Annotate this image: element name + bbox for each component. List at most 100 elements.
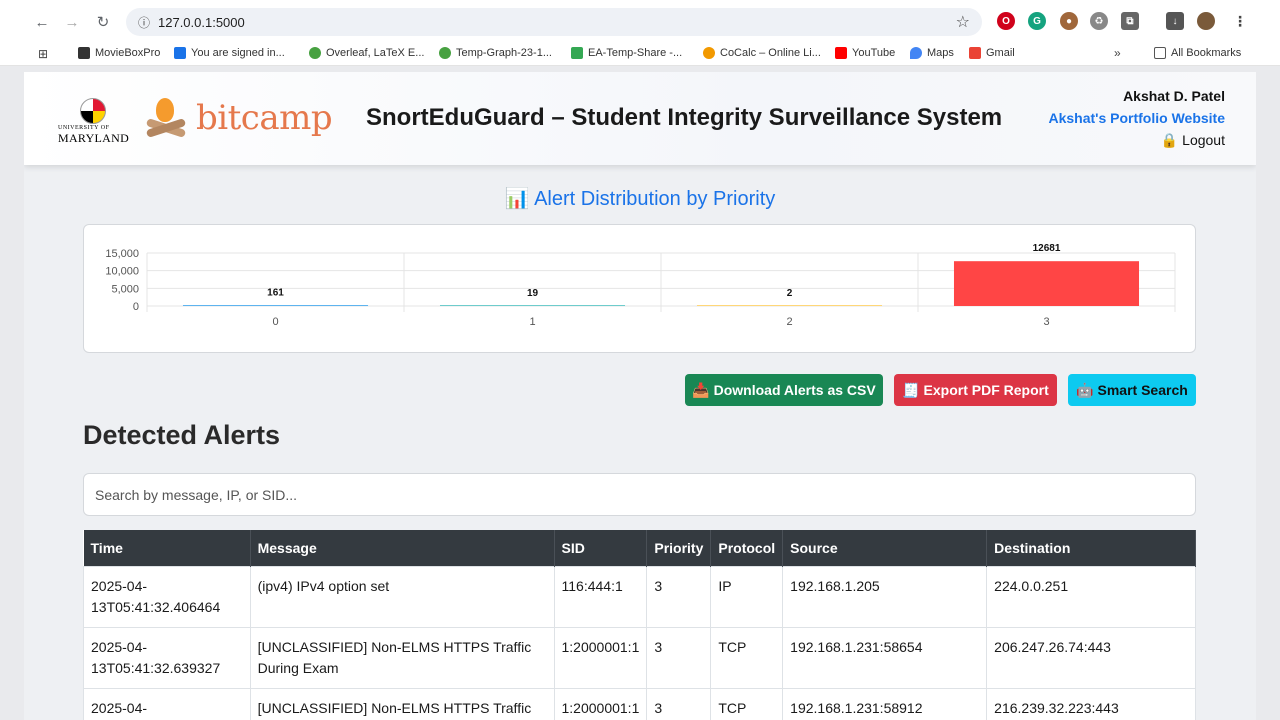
column-header-message[interactable]: Message	[250, 530, 555, 566]
bitcamp-logo: bitcamp	[144, 96, 333, 140]
column-header-protocol[interactable]: Protocol	[710, 530, 784, 566]
table-row[interactable]: 2025-04-13T05:41:32.406464 (ipv4) IPv4 o…	[83, 565, 1196, 628]
priority-bar-chart: 0 5,000 10,000 15,000 161 0 19 1 2 2 12681 3	[105, 243, 1176, 328]
table-row[interactable]: 2025-04-13T05:41:33.304636 [UNCLASSIFIED…	[83, 687, 1196, 720]
chart-section-title: 📊 Alert Distribution by Priority	[504, 188, 776, 210]
data-label: 161	[267, 287, 284, 298]
back-icon[interactable]: ←	[27, 7, 57, 37]
bookmark-label: CoCalc – Online Li...	[720, 47, 821, 59]
bookmark-favicon	[439, 47, 451, 59]
column-header-destination[interactable]: Destination	[986, 530, 1196, 566]
cocalc-icon	[703, 47, 715, 59]
x-tick-label: 3	[1043, 316, 1049, 328]
reload-icon[interactable]: ↻	[88, 7, 118, 37]
table-row[interactable]: 2025-04-13T05:41:32.639327 [UNCLASSIFIED…	[83, 626, 1196, 689]
cell-sid: 1:2000001:1	[553, 687, 648, 720]
bookmark-item[interactable]: CoCalc – Online Li...	[703, 47, 821, 59]
cell-source: 192.168.1.231:58654	[782, 626, 988, 689]
bookmark-label: Gmail	[986, 47, 1015, 59]
download-csv-button[interactable]: 📥 Download Alerts as CSV	[685, 374, 883, 406]
site-header: UNIVERSITY OF MARYLAND bitcamp SnortEduG…	[24, 72, 1256, 165]
chart-card: 0 5,000 10,000 15,000 161 0 19 1 2 2 12681 3	[83, 224, 1196, 353]
cell-message: (ipv4) IPv4 option set	[249, 565, 555, 628]
cell-protocol: IP	[710, 565, 784, 628]
bookmarks-bar: ⊞ MovieBoxPro You are signed in... Overl…	[0, 44, 1280, 66]
extensions-puzzle-icon[interactable]: ⧉	[1121, 12, 1139, 30]
profile-avatar[interactable]	[1197, 12, 1215, 30]
bookmark-item[interactable]: Gmail	[969, 47, 1015, 59]
folder-icon	[1154, 47, 1166, 59]
youtube-icon	[835, 47, 847, 59]
data-label: 12681	[1033, 243, 1061, 254]
bar	[953, 261, 1140, 306]
bookmark-item[interactable]: Temp-Graph-23-1...	[439, 47, 552, 59]
data-label: 19	[527, 288, 539, 299]
recycle-extension-icon[interactable]: ♻	[1090, 12, 1108, 30]
forward-icon[interactable]: →	[57, 7, 87, 37]
bookmark-label: YouTube	[852, 47, 896, 59]
portfolio-link[interactable]: Akshat's Portfolio Website	[1048, 110, 1225, 126]
cookie-extension-icon[interactable]: ●	[1060, 12, 1078, 30]
address-bar[interactable]: ⓘ 127.0.0.1:5000 ☆	[126, 8, 982, 36]
x-tick-label: 0	[272, 316, 278, 328]
cell-priority: 3	[646, 565, 712, 628]
bar	[439, 305, 626, 306]
bookmark-label: Maps	[927, 47, 954, 59]
table-header-row: Time Message SID Priority Protocol Sourc…	[83, 530, 1196, 566]
bookmark-label: Overleaf, LaTeX E...	[326, 47, 425, 59]
maps-icon	[910, 47, 922, 59]
column-header-sid[interactable]: SID	[554, 530, 648, 566]
cell-message: [UNCLASSIFIED] Non-ELMS HTTPS Traffic Du…	[249, 626, 555, 689]
column-header-source[interactable]: Source	[782, 530, 988, 566]
web-page: UNIVERSITY OF MARYLAND bitcamp SnortEduG…	[24, 72, 1256, 720]
menu-dots-icon[interactable]: ⋮	[1231, 12, 1249, 30]
site-info-icon[interactable]: ⓘ	[130, 14, 158, 31]
bookmark-item[interactable]: EA-Temp-Share -...	[571, 47, 682, 59]
umd-logo-line2: MARYLAND	[58, 131, 130, 145]
cell-time: 2025-04-13T05:41:32.639327	[83, 626, 251, 689]
opera-extension-icon[interactable]: O	[997, 12, 1015, 30]
alerts-table: Time Message SID Priority Protocol Sourc…	[83, 530, 1196, 720]
user-panel: Akshat D. Patel Akshat's Portfolio Websi…	[1048, 88, 1225, 149]
data-label: 2	[787, 288, 793, 299]
bookmark-label: MovieBoxPro	[95, 47, 161, 59]
bookmark-item[interactable]: You are signed in...	[174, 47, 285, 59]
cell-time: 2025-04-13T05:41:32.406464	[83, 565, 251, 628]
cell-time: 2025-04-13T05:41:33.304636	[83, 687, 251, 720]
bookmark-label: Temp-Graph-23-1...	[456, 47, 552, 59]
smart-search-button[interactable]: 🤖 Smart Search	[1068, 374, 1196, 406]
bookmark-favicon	[309, 47, 321, 59]
download-icon[interactable]: ↓	[1166, 12, 1184, 30]
logout-link[interactable]: 🔒 Logout	[1048, 132, 1225, 149]
bookmark-item[interactable]: Overleaf, LaTeX E...	[309, 47, 424, 59]
y-tick-label: 10,000	[105, 266, 139, 278]
bar	[696, 305, 883, 306]
google-drive-icon	[571, 47, 583, 59]
export-pdf-button[interactable]: 🧾 Export PDF Report	[894, 374, 1057, 406]
cell-destination: 224.0.0.251	[986, 565, 1196, 628]
bookmark-item[interactable]: MovieBoxPro	[78, 47, 160, 59]
more-bookmarks-icon[interactable]: »	[1114, 46, 1121, 60]
bookmark-favicon	[78, 47, 90, 59]
apps-grid-icon[interactable]: ⊞	[38, 47, 48, 61]
all-bookmarks[interactable]: All Bookmarks	[1154, 47, 1241, 59]
alerts-heading: Detected Alerts	[83, 420, 281, 450]
bookmark-item[interactable]: Maps	[910, 47, 954, 59]
column-header-time[interactable]: Time	[83, 530, 251, 566]
browser-toolbar: ← → ↻ ⓘ 127.0.0.1:5000 ☆ O G ● ♻ ⧉ ↓ ⋮	[0, 0, 1280, 44]
column-header-priority[interactable]: Priority	[646, 530, 712, 566]
url-text[interactable]: 127.0.0.1:5000	[158, 15, 245, 30]
bookmark-item[interactable]: YouTube	[835, 47, 895, 59]
y-tick-label: 15,000	[105, 248, 139, 260]
x-tick-label: 1	[529, 316, 535, 328]
bookmark-label: EA-Temp-Share -...	[588, 47, 683, 59]
grammarly-extension-icon[interactable]: G	[1028, 12, 1046, 30]
gmail-icon	[969, 47, 981, 59]
alerts-search-input[interactable]	[83, 473, 1196, 516]
y-tick-label: 5,000	[111, 283, 139, 295]
umd-logo: UNIVERSITY OF MARYLAND	[58, 98, 129, 145]
bookmark-star-icon[interactable]: ☆	[956, 12, 970, 32]
cell-sid: 116:444:1	[553, 565, 648, 628]
page-title: SnortEduGuard – Student Integrity Survei…	[366, 104, 1003, 131]
bookmark-label: You are signed in...	[191, 47, 285, 59]
